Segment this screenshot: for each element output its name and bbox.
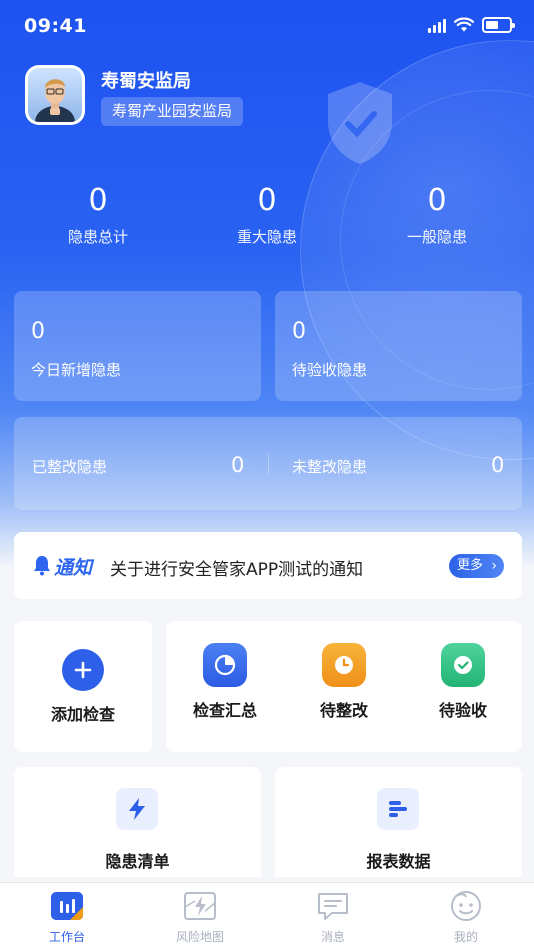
card-label: 待验收隐患 [292,361,368,379]
pending-rectify-button[interactable]: 待整改 [300,643,388,721]
unrectified-label[interactable]: 未整改隐患 [292,456,367,477]
lightning-icon [116,788,158,830]
tab-label: 消息 [320,930,345,944]
more-button[interactable]: 更多 › [449,554,504,578]
card-value: 0 [292,319,306,344]
wifi-icon [454,17,474,32]
stat-label: 一般隐患 [406,228,467,246]
hazard-list-label: 隐患清单 [105,852,170,871]
stat-general[interactable]: 0 一般隐患 [352,182,522,247]
add-check-card[interactable]: 添加检查 [14,621,152,752]
workbench-icon [50,890,84,922]
shield-watermark-icon [328,82,392,164]
quick-actions-card: 检查汇总 待整改 待验收 [166,621,522,752]
message-icon [316,890,350,922]
org-name: 寿蜀安监局 [101,71,191,92]
org-sub-badge: 寿蜀产业园安监局 [101,97,244,126]
add-check-button[interactable]: 添加检查 [14,649,152,725]
bell-icon [34,556,50,576]
hazard-list-card[interactable]: 隐患清单 [14,767,261,877]
pending-rectify-label: 待整改 [319,701,368,720]
map-lightning-icon [183,890,217,922]
smiley-icon [449,890,483,922]
card-today-new[interactable]: 0 今日新增隐患 [14,291,261,401]
stat-label: 重大隐患 [236,228,297,246]
pending-accept-label: 待验收 [438,701,487,720]
notice-tag: 通知 [54,557,93,579]
check-circle-icon [441,643,485,687]
stat-total[interactable]: 0 隐患总计 [13,182,183,247]
plus-icon [62,649,104,691]
card-label: 今日新增隐患 [31,361,122,379]
card-value: 0 [31,319,45,344]
tab-label: 工作台 [48,930,85,944]
rectified-label[interactable]: 已整改隐患 [32,456,107,477]
tab-label: 风险地图 [175,930,224,944]
tab-messages[interactable]: 消息 [288,890,378,945]
add-check-label: 添加检查 [50,705,115,724]
stat-value: 0 [427,183,447,218]
report-data-card[interactable]: 报表数据 [275,767,522,877]
card-pending-accept[interactable]: 0 待验收隐患 [275,291,522,401]
tab-workbench[interactable]: 工作台 [22,890,112,945]
user-avatar-icon [35,79,75,122]
bar-list-icon [377,788,419,830]
cellular-signal-icon [428,17,446,33]
rectified-value[interactable]: 0 [231,453,244,477]
stat-value: 0 [257,183,277,218]
battery-icon [482,17,515,33]
tab-label: 我的 [453,930,478,944]
chevron-right-icon: › [491,558,497,574]
rectify-status-card: 已整改隐患 0 未整改隐患 0 [14,417,522,510]
divider [268,453,269,475]
tab-bar: 工作台 风险地图 消息 我的 [0,882,534,950]
stat-value: 0 [88,183,108,218]
notice-bar[interactable]: 通知 关于进行安全管家APP测试的通知 更多 › [14,532,522,599]
tab-profile[interactable]: 我的 [421,890,511,945]
status-time: 09:41 [24,15,87,37]
stat-major[interactable]: 0 重大隐患 [182,182,352,247]
report-data-label: 报表数据 [366,852,431,871]
status-bar: 09:41 [0,0,534,54]
unrectified-value[interactable]: 0 [491,453,504,477]
stat-label: 隐患总计 [67,228,128,246]
pending-accept-button[interactable]: 待验收 [419,643,507,721]
tab-risk-map[interactable]: 风险地图 [155,890,245,945]
pie-chart-icon [203,643,247,687]
more-button-label: 更多 [457,558,484,573]
check-summary-button[interactable]: 检查汇总 [181,643,269,721]
clock-icon [322,643,366,687]
notice-text[interactable]: 关于进行安全管家APP测试的通知 [110,555,363,580]
avatar[interactable] [25,65,85,125]
check-summary-label: 检查汇总 [192,701,257,720]
hazard-stats: 0 隐患总计 0 重大隐患 0 一般隐患 [0,182,534,252]
